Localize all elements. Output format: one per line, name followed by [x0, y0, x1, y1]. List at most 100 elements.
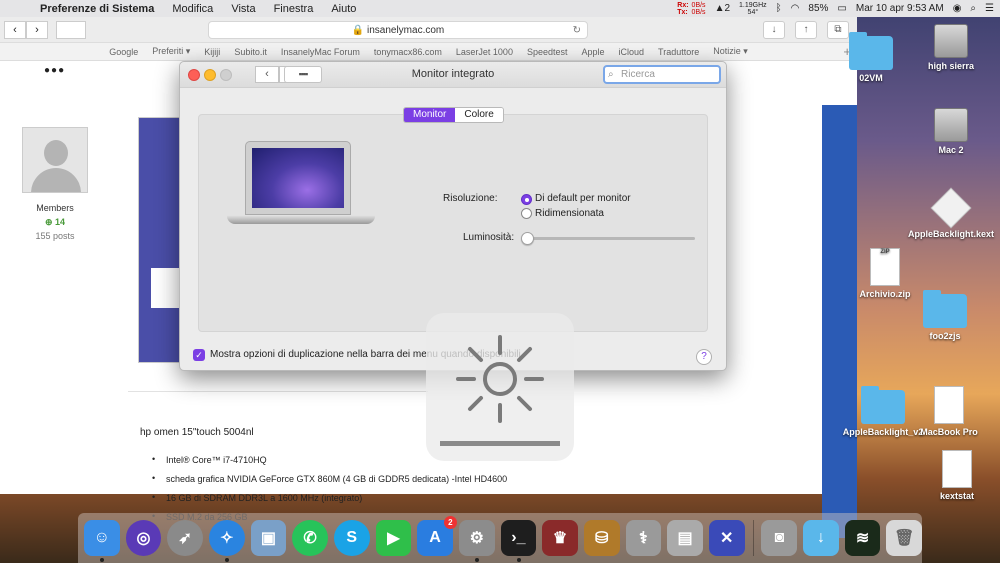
reputation-badge: ⊕ 14	[44, 217, 66, 227]
bluetooth-icon[interactable]: ᛒ	[776, 3, 782, 14]
tab-colore[interactable]: Colore	[455, 108, 503, 122]
app-store-icon[interactable]: A2	[417, 516, 457, 556]
fav-notizie[interactable]: Notizie ▾	[713, 46, 748, 57]
fav-subito[interactable]: Subito.it	[234, 47, 267, 57]
fav-kijiji[interactable]: Kijiji	[204, 47, 220, 57]
page-scroll-region	[822, 105, 857, 538]
launchpad-icon[interactable]: ➶	[167, 520, 203, 556]
attached-screenshot[interactable]	[138, 117, 181, 363]
notification-center-icon[interactable]: ☰	[985, 3, 994, 14]
finder-icon[interactable]: ☺	[84, 520, 120, 562]
brightness-level-bar	[440, 441, 560, 446]
favorites-bar: Google Preferiti ▾ Kijiji Subito.it Insa…	[0, 43, 857, 61]
desktop-icon-archivio-zip[interactable]: ZIP Archivio.zip	[840, 248, 930, 299]
brightness-slider-knob[interactable]	[521, 232, 534, 245]
resolution-default-radio[interactable]	[521, 194, 532, 205]
desktop-icon-foo2zjs[interactable]: foo2zjs	[900, 290, 990, 341]
user-icon[interactable]: ◉	[953, 3, 962, 14]
reload-icon[interactable]: ↻	[573, 22, 581, 39]
screenshot-icon[interactable]: ◙	[761, 520, 798, 556]
avatar[interactable]	[22, 127, 88, 193]
trash-icon[interactable]: 🗑	[886, 520, 923, 556]
spotlight-icon[interactable]: ⌕	[970, 3, 976, 14]
browser-toolbar: ‹ › 🔒 insanelymac.com ↻ ↓ ↑ ⧉	[0, 17, 857, 43]
more-dots-icon[interactable]: ●●●	[44, 65, 65, 76]
installer-icon[interactable]: ▤	[667, 520, 703, 556]
tab-monitor[interactable]: Monitor	[404, 108, 456, 122]
dock: ☺ ◎ ➶ ✧ ▣ ✆ S ▶ A2 ⚙ ›_ ♛ ⛁ ⚕ ▤ ✕ ◙ ↓ ≋ …	[78, 513, 923, 563]
resolution-label: Risoluzione:	[443, 193, 498, 204]
desktop-icon-macbook-pro[interactable]: MacBook Pro	[904, 386, 994, 437]
system-preferences-icon[interactable]: ⚙	[458, 520, 495, 562]
resolution-default-label[interactable]: Di default per monitor	[535, 193, 631, 204]
battery-percent[interactable]: 85%	[808, 3, 828, 14]
battery-icon[interactable]: ▭	[837, 3, 846, 14]
fav-apple[interactable]: Apple	[581, 47, 604, 57]
disk-utility-icon[interactable]: ⚕	[625, 520, 662, 556]
safari-icon[interactable]: ✧	[208, 520, 245, 562]
idream-icon[interactable]: ✕	[708, 520, 745, 556]
desktop-icon-02vm[interactable]: 02VM	[826, 32, 916, 83]
menu-app-name[interactable]: Preferenze di Sistema	[40, 3, 154, 15]
archiver-icon[interactable]: ⛁	[583, 520, 620, 556]
menu-bar: Preferenze di Sistema Modifica Vista Fin…	[0, 0, 1000, 17]
preview-icon[interactable]: ▣	[250, 520, 287, 556]
fav-laserjet[interactable]: LaserJet 1000	[456, 47, 513, 57]
list-item: 16 GB di SDRAM DDR3L a 1600 MHz (integra…	[150, 492, 507, 503]
search-input[interactable]: ⌕ Ricerca	[603, 65, 721, 84]
fav-tonymac[interactable]: tonymacx86.com	[374, 47, 442, 57]
address-bar[interactable]: 🔒 insanelymac.com ↻	[208, 21, 588, 39]
tab-switcher: Monitor Colore	[403, 107, 504, 123]
download-icon[interactable]: ↓	[763, 21, 785, 39]
network-monitor[interactable]: Rx: Tx: 0B/s 0B/s	[677, 2, 705, 16]
dock-separator	[752, 520, 754, 556]
mirroring-checkbox[interactable]: ✓	[193, 349, 205, 361]
browser-sidebar-button[interactable]	[56, 20, 86, 39]
show-all-grid-icon[interactable]: ▪▪▪▪	[284, 66, 322, 83]
downloads-folder-icon[interactable]: ↓	[803, 520, 839, 556]
desktop-icon-kextstat[interactable]: kextstat	[912, 450, 1000, 501]
help-button[interactable]: ?	[696, 349, 712, 365]
app-store-badge: 2	[443, 516, 457, 529]
fav-google[interactable]: Google	[109, 47, 138, 57]
resolution-scaled-label[interactable]: Ridimensionata	[535, 208, 604, 219]
member-role: Members	[36, 203, 74, 213]
window-titlebar[interactable]: ‹ › ▪▪▪▪ Monitor integrato ⌕ Ricerca	[180, 62, 726, 88]
back-icon[interactable]: ‹	[255, 66, 279, 83]
brightness-hud	[426, 313, 574, 461]
datetime[interactable]: Mar 10 apr 9:53 AM	[856, 3, 944, 14]
skype-icon[interactable]: S	[333, 520, 370, 556]
fav-icloud[interactable]: iCloud	[619, 47, 645, 57]
desktop-icon-mac-2[interactable]: Mac 2	[906, 108, 996, 155]
wifi-icon[interactable]: ◠	[791, 3, 800, 14]
facetime-icon[interactable]: ▶	[375, 520, 412, 556]
cpu-monitor[interactable]: 1.19GHz 54°	[739, 2, 767, 16]
activity-monitor-icon[interactable]: ≋	[844, 520, 881, 556]
brightness-label: Luminosità:	[463, 232, 515, 243]
browser-back-icon[interactable]: ‹	[4, 20, 26, 39]
share-icon[interactable]: ↑	[795, 21, 817, 39]
settings-panel: Risoluzione: Di default per monitor Ridi…	[198, 114, 708, 332]
desktop-icon-high-sierra[interactable]: high sierra	[906, 24, 996, 71]
fav-traduttore[interactable]: Traduttore	[658, 47, 699, 57]
magic-hat-icon[interactable]: ♛	[542, 520, 578, 556]
brightness-slider-track[interactable]	[525, 237, 695, 240]
menu-aiuto[interactable]: Aiuto	[331, 3, 356, 15]
fav-speedtest[interactable]: Speedtest	[527, 47, 568, 57]
zoom-button[interactable]	[220, 69, 232, 81]
upload-indicator-icon[interactable]: ▲2	[715, 3, 730, 14]
close-button[interactable]	[188, 69, 200, 81]
resolution-scaled-radio[interactable]	[521, 208, 532, 219]
browser-forward-icon[interactable]: ›	[26, 20, 48, 39]
brightness-sun-icon	[456, 335, 544, 423]
menu-finestra[interactable]: Finestra	[274, 3, 314, 15]
menu-modifica[interactable]: Modifica	[172, 3, 213, 15]
siri-icon[interactable]: ◎	[125, 520, 162, 556]
desktop-icon-applebacklight-kext[interactable]: AppleBacklight.kext	[906, 187, 996, 239]
terminal-icon[interactable]: ›_	[500, 520, 537, 562]
fav-insanelymac[interactable]: InsanelyMac Forum	[281, 47, 360, 57]
menu-vista[interactable]: Vista	[231, 3, 255, 15]
minimize-button[interactable]	[204, 69, 216, 81]
whatsapp-icon[interactable]: ✆	[292, 520, 328, 556]
fav-preferiti[interactable]: Preferiti ▾	[152, 46, 190, 57]
